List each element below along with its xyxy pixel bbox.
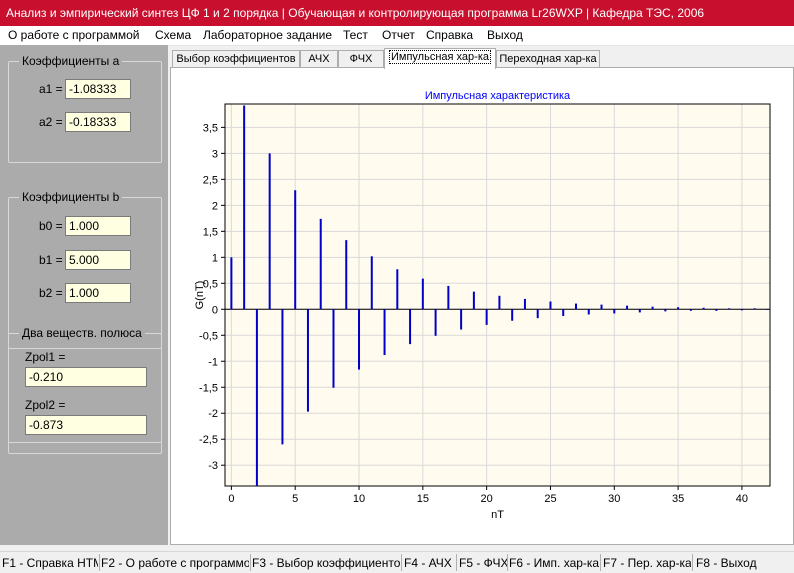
- y-tick-label: -1: [208, 356, 218, 368]
- menu-report[interactable]: Отчет: [382, 28, 415, 42]
- b2-label: b2 =: [39, 286, 63, 300]
- b0-field[interactable]: 1.000: [65, 216, 131, 236]
- zpol1-field[interactable]: -0.210: [25, 367, 147, 387]
- status-f2[interactable]: F2 - О работе с программой: [101, 556, 249, 570]
- y-tick-label: 3,5: [203, 122, 218, 134]
- y-tick-label: 0: [212, 304, 218, 316]
- b0-label: b0 =: [39, 219, 63, 233]
- x-tick-label: 15: [417, 493, 429, 505]
- y-tick-label: -0,5: [199, 330, 218, 342]
- y-tick-label: 2,5: [203, 174, 218, 186]
- coeffs-b-title: Коэффициенты b: [19, 190, 123, 204]
- tab-afc-label: АЧХ: [308, 53, 330, 65]
- status-f4[interactable]: F4 - АЧХ: [404, 556, 456, 570]
- tab-step[interactable]: Переходная хар-ка: [496, 50, 600, 68]
- status-separator: [692, 554, 693, 571]
- x-tick-label: 25: [544, 493, 556, 505]
- tab-step-label: Переходная хар-ка: [499, 53, 597, 65]
- y-tick-label: -2: [208, 408, 218, 420]
- status-f6[interactable]: F6 - Имп. хар-ка: [509, 556, 599, 570]
- y-tick-label: 1,5: [203, 226, 218, 238]
- a1-field[interactable]: -1.08333: [65, 79, 131, 99]
- poles-title: Два веществ. полюса: [19, 326, 145, 340]
- x-tick-label: 10: [353, 493, 365, 505]
- plot-background: [225, 104, 770, 486]
- menu-test[interactable]: Тест: [343, 28, 368, 42]
- status-bar: F1 - Справка HTML F2 - О работе с програ…: [0, 551, 794, 573]
- x-tick-label: 20: [481, 493, 493, 505]
- chart-container: 0 5 10 15 20 25 30 35 40 -3 -2,5 -2 -1,5 -1 -0,5 0 0,5 1 1…: [174, 75, 782, 537]
- y-axis-label: G(nT): [194, 281, 206, 310]
- tab-pfc-label: ФЧХ: [349, 53, 373, 65]
- y-tick-label: 2: [212, 200, 218, 212]
- status-f3[interactable]: F3 - Выбор коэффициентов: [252, 556, 400, 570]
- zpol2-field[interactable]: -0.873: [25, 415, 147, 435]
- a2-label: a2 =: [39, 115, 63, 129]
- x-tick-label: 40: [736, 493, 748, 505]
- tab-strip: Выбор коэффициентов АЧХ ФЧХ Импульсная х…: [170, 48, 794, 69]
- y-tick-label: -3: [208, 460, 218, 472]
- poles-frame: Два веществ. полюса Zpol1 = -0.210 Zpol2…: [8, 326, 162, 443]
- menu-bar: О работе с программой Схема Лабораторное…: [0, 26, 794, 46]
- b1-label: b1 =: [39, 253, 63, 267]
- status-f7[interactable]: F7 - Пер. хар-ка: [603, 556, 691, 570]
- status-f1[interactable]: F1 - Справка HTML: [2, 556, 98, 570]
- tab-afc[interactable]: АЧХ: [300, 50, 338, 68]
- y-tick-label: -2,5: [199, 434, 218, 446]
- coeffs-a-title: Коэффициенты a: [19, 54, 123, 68]
- x-tick-label: 35: [672, 493, 684, 505]
- status-separator: [600, 554, 601, 571]
- x-tick-label: 0: [228, 493, 234, 505]
- a1-label: a1 =: [39, 82, 63, 96]
- chart-title: Импульсная характеристика: [425, 90, 571, 102]
- zpol1-label: Zpol1 =: [25, 350, 66, 364]
- coeffs-a-group: Коэффициенты a a1 = -1.08333 a2 = -0.183…: [8, 54, 162, 163]
- a2-field[interactable]: -0.18333: [65, 112, 131, 132]
- menu-exit[interactable]: Выход: [487, 28, 523, 42]
- status-separator: [507, 554, 508, 571]
- x-tick-label: 30: [608, 493, 620, 505]
- tab-impulse-label: Импульсная хар-ка: [389, 50, 491, 64]
- status-f5[interactable]: F5 - ФЧХ: [459, 556, 507, 570]
- window-title: Анализ и эмпирический синтез ЦФ 1 и 2 по…: [0, 0, 794, 26]
- status-separator: [99, 554, 100, 571]
- zpol2-label: Zpol2 =: [25, 398, 66, 412]
- tab-pfc[interactable]: ФЧХ: [338, 50, 384, 68]
- menu-help[interactable]: Справка: [426, 28, 473, 42]
- x-axis-label: nT: [491, 509, 504, 521]
- left-panel: Коэффициенты a a1 = -1.08333 a2 = -0.183…: [0, 45, 168, 545]
- y-tick-label: 3: [212, 148, 218, 160]
- status-separator: [456, 554, 457, 571]
- b2-field[interactable]: 1.000: [65, 283, 131, 303]
- menu-scheme[interactable]: Схема: [155, 28, 191, 42]
- b1-field[interactable]: 5.000: [65, 250, 131, 270]
- menu-lab-task[interactable]: Лабораторное задание: [203, 28, 332, 42]
- status-separator: [250, 554, 251, 571]
- menu-about[interactable]: О работе с программой: [8, 28, 139, 42]
- y-tick-label: 1: [212, 252, 218, 264]
- tab-impulse[interactable]: Импульсная хар-ка: [384, 48, 496, 69]
- y-tick-label: -1,5: [199, 382, 218, 394]
- status-f8[interactable]: F8 - Выход: [696, 556, 792, 570]
- status-separator: [401, 554, 402, 571]
- tab-coefficients-label: Выбор коэффициентов: [176, 53, 296, 65]
- x-tick-label: 5: [292, 493, 298, 505]
- impulse-chart: 0 5 10 15 20 25 30 35 40-3-2,5-2-1,5-1-0,500,511…: [194, 90, 771, 521]
- tab-coefficients[interactable]: Выбор коэффициентов: [172, 50, 300, 68]
